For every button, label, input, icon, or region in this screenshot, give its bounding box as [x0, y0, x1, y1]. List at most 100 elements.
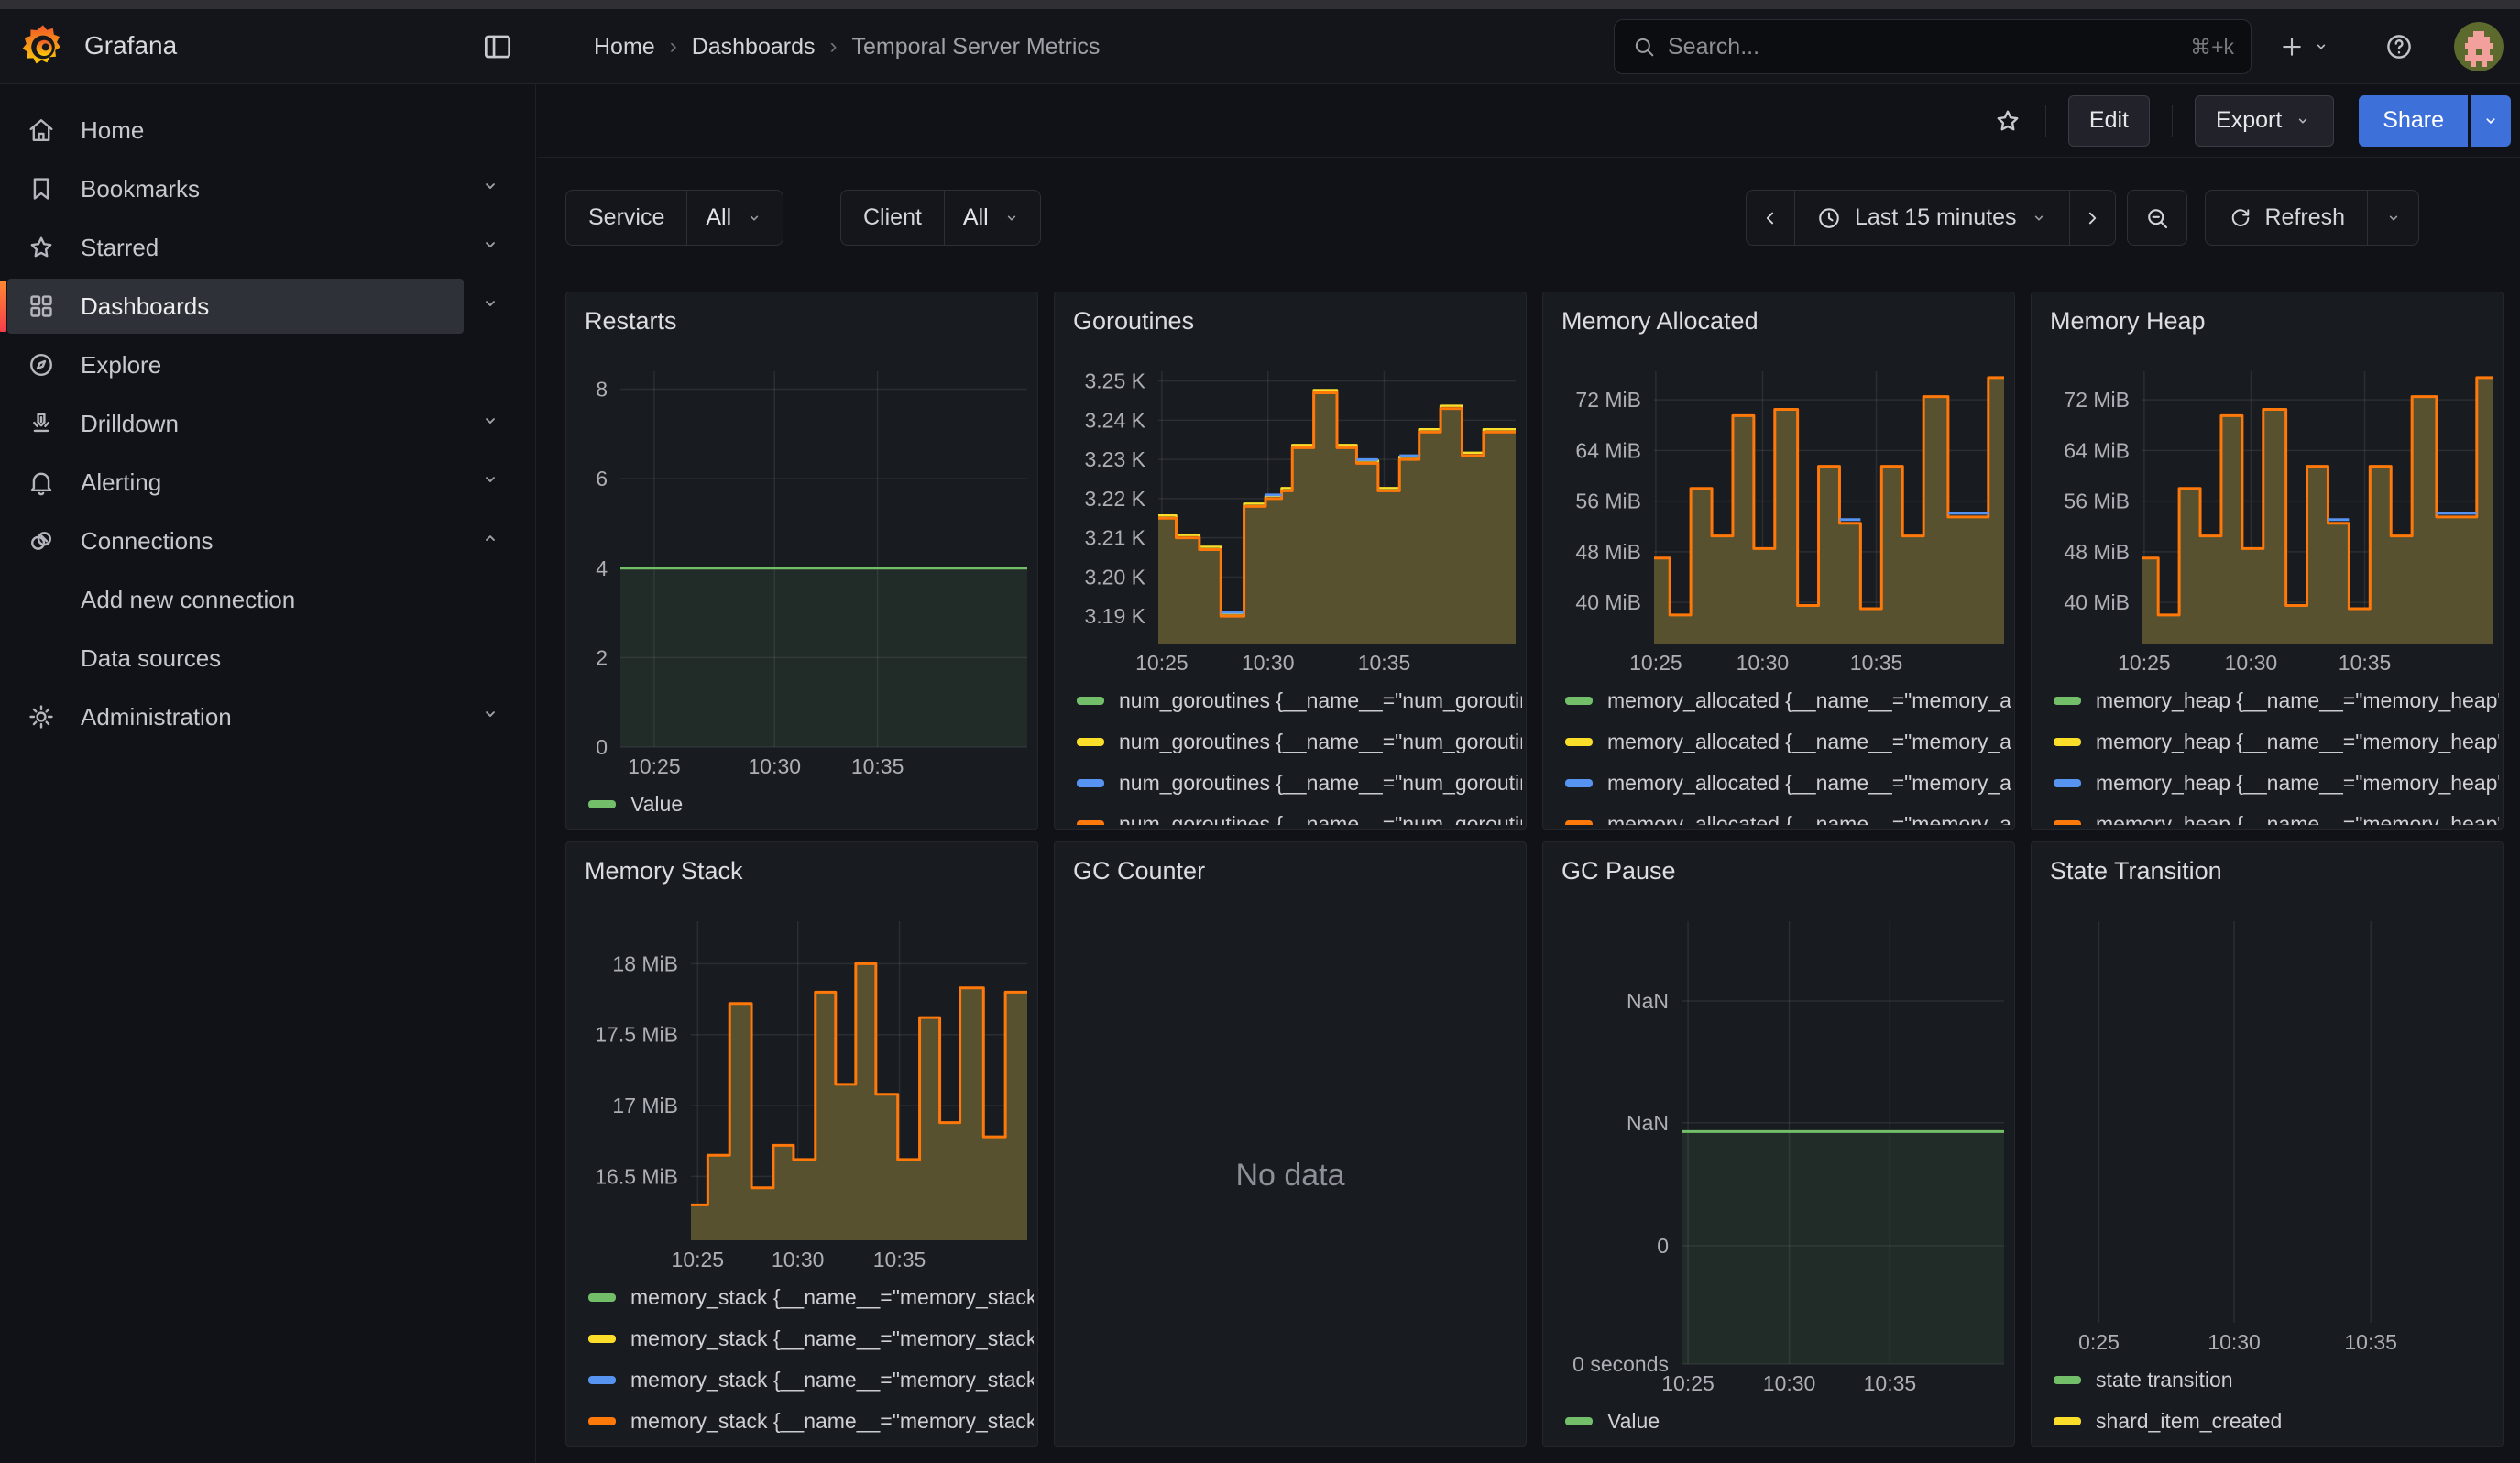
legend-item[interactable]: state transition: [2032, 1359, 2499, 1401]
panel-title[interactable]: Memory Stack: [585, 857, 743, 886]
refresh-interval-button[interactable]: [2367, 191, 2418, 245]
chart-area[interactable]: 10:2510:3010:3572 MiB64 MiB56 MiB48 MiB4…: [1544, 362, 2013, 676]
panel-title[interactable]: GC Counter: [1073, 857, 1205, 886]
sidebar-item-label: Administration: [81, 688, 232, 746]
chevron-down-icon: [2293, 111, 2313, 131]
legend-item[interactable]: num_goroutines {__name__="num_goroutines…: [1055, 680, 1522, 721]
legend-series-label: num_goroutines {__name__="num_goroutines…: [1119, 812, 1522, 825]
legend-series-label: memory_stack {__name__="memory_stack", i…: [630, 1409, 1034, 1434]
svg-text:10:35: 10:35: [1850, 651, 1903, 675]
sidebar-item-expand-button[interactable]: [478, 292, 502, 315]
chart-area[interactable]: 10:2510:3010:353.25 K3.24 K3.23 K3.22 K3…: [1056, 362, 1525, 676]
legend-item[interactable]: memory_stack {__name__="memory_stack", i…: [566, 1318, 1034, 1359]
panel-memory-heap: Memory Heap 10:2510:3010:3572 MiB64 MiB56…: [2031, 292, 2504, 830]
search-shortcut: ⌘+k: [2190, 35, 2234, 60]
share-button[interactable]: Share: [2359, 95, 2468, 147]
sidebar-item-highlight: [7, 220, 464, 275]
refresh-button[interactable]: Refresh: [2206, 191, 2368, 245]
panel-title[interactable]: Goroutines: [1073, 307, 1194, 336]
panel-title[interactable]: Memory Heap: [2050, 307, 2206, 336]
legend-item[interactable]: memory_allocated {__name__="memory_alloc…: [1543, 804, 2011, 825]
sidebar-item-connections[interactable]: Connections: [0, 512, 536, 570]
sidebar-item-expand-button[interactable]: [478, 233, 502, 257]
search-input[interactable]: [1668, 34, 2190, 60]
sidebar-item-home[interactable]: Home: [0, 101, 536, 160]
sidebar-item-bookmarks[interactable]: Bookmarks: [0, 160, 536, 218]
chart-area[interactable]: 0:2510:3010:35: [2032, 912, 2502, 1356]
help-button[interactable]: [2383, 31, 2415, 62]
service-filter-value[interactable]: All: [686, 191, 783, 245]
sidebar-item-add-new-connection[interactable]: Add new connection: [0, 570, 536, 629]
breadcrumb-dashboards[interactable]: Dashboards: [692, 34, 816, 60]
sidebar-item-explore[interactable]: Explore: [0, 336, 536, 394]
sidebar-item-drilldown[interactable]: Drilldown: [0, 394, 536, 453]
chart-area[interactable]: 10:2510:3010:3518 MiB17.5 MiB17 MiB16.5 …: [567, 912, 1036, 1273]
panel-legend: memory_allocated {__name__="memory_alloc…: [1543, 680, 2011, 825]
legend-item[interactable]: num_goroutines {__name__="num_goroutines…: [1055, 804, 1522, 825]
sidebar-item-expand-button[interactable]: [478, 174, 502, 198]
legend-item[interactable]: memory_stack {__name__="memory_stack", i…: [566, 1277, 1034, 1318]
search-box[interactable]: ⌘+k: [1614, 19, 2252, 74]
time-shift-back-button[interactable]: [1747, 191, 1794, 245]
sidebar-item-starred[interactable]: Starred: [0, 218, 536, 277]
client-filter-value[interactable]: All: [944, 191, 1040, 245]
edit-button[interactable]: Edit: [2068, 95, 2150, 147]
sidebar-item-administration[interactable]: Administration: [0, 688, 536, 746]
favorite-star-button[interactable]: [1992, 105, 2023, 137]
chart-area[interactable]: 10:2510:3010:3572 MiB64 MiB56 MiB48 MiB4…: [2032, 362, 2502, 676]
panel-title[interactable]: Restarts: [585, 307, 677, 336]
legend-item[interactable]: memory_allocated {__name__="memory_alloc…: [1543, 680, 2011, 721]
legend-series-label: memory_allocated {__name__="memory_alloc…: [1607, 812, 2011, 825]
chart-area[interactable]: 10:2510:3010:35NaNNaN00 seconds: [1544, 912, 2013, 1397]
svg-text:10:35: 10:35: [873, 1248, 926, 1271]
add-menu-button[interactable]: [2278, 28, 2331, 66]
panel-legend: memory_heap {__name__="memory_heap", ins…: [2032, 680, 2499, 825]
svg-text:3.20 K: 3.20 K: [1085, 565, 1146, 588]
legend-item[interactable]: memory_stack {__name__="memory_stack", i…: [566, 1401, 1034, 1442]
legend-item[interactable]: shard_item_created: [2032, 1401, 2499, 1442]
sidebar-item-data-sources[interactable]: Data sources: [0, 629, 536, 688]
legend-item[interactable]: Value: [566, 784, 1034, 825]
legend-series-color: [588, 800, 616, 808]
breadcrumb-home[interactable]: Home: [594, 34, 655, 60]
zoom-out-button[interactable]: [2128, 191, 2186, 245]
sidebar-item-label: Explore: [81, 336, 161, 394]
legend-item[interactable]: memory_stack {__name__="memory_stack", i…: [566, 1359, 1034, 1401]
sidebar-toggle-button[interactable]: [480, 28, 519, 66]
sidebar-item-label: Dashboards: [81, 277, 209, 336]
panel-title[interactable]: State Transition: [2050, 857, 2222, 886]
share-split-button: Share: [2359, 95, 2511, 147]
legend-item[interactable]: memory_allocated {__name__="memory_alloc…: [1543, 763, 2011, 804]
sidebar-item-expand-button[interactable]: [478, 702, 502, 726]
share-menu-button[interactable]: [2471, 95, 2511, 147]
home-icon: [26, 115, 57, 146]
export-button[interactable]: Export: [2195, 95, 2334, 147]
legend-item[interactable]: num_goroutines {__name__="num_goroutines…: [1055, 763, 1522, 804]
panel-title[interactable]: GC Pause: [1561, 857, 1676, 886]
time-shift-forward-button[interactable]: [2069, 191, 2115, 245]
time-range-picker[interactable]: Last 15 minutes: [1794, 191, 2069, 245]
no-data-message: No data: [1055, 912, 1526, 1438]
sidebar-item-expand-button[interactable]: [478, 468, 502, 491]
zoom-out-icon: [2143, 204, 2171, 232]
legend-item[interactable]: memory_heap {__name__="memory_heap", ins…: [2032, 763, 2499, 804]
service-filter-label: Service: [566, 191, 686, 245]
legend-item[interactable]: memory_allocated {__name__="memory_alloc…: [1543, 721, 2011, 763]
sidebar-item-label: Bookmarks: [81, 160, 200, 218]
sidebar-item-expand-button[interactable]: [478, 409, 502, 433]
legend-item[interactable]: memory_heap {__name__="memory_heap", ins…: [2032, 804, 2499, 825]
chart-area[interactable]: 10:2510:3010:3586420: [567, 362, 1036, 780]
svg-text:18 MiB: 18 MiB: [612, 952, 678, 975]
sidebar-item-dashboards[interactable]: Dashboards: [0, 277, 536, 336]
legend-item[interactable]: memory_heap {__name__="memory_heap", ins…: [2032, 680, 2499, 721]
avatar[interactable]: [2454, 22, 2504, 72]
legend-item[interactable]: Value: [1543, 1401, 2011, 1442]
panel-title[interactable]: Memory Allocated: [1561, 307, 1759, 336]
svg-text:10:35: 10:35: [1358, 651, 1411, 675]
grafana-logo-icon[interactable]: [20, 23, 66, 71]
legend-item[interactable]: num_goroutines {__name__="num_goroutines…: [1055, 721, 1522, 763]
legend-series-color: [1077, 697, 1104, 705]
sidebar-item-expand-button[interactable]: [478, 526, 502, 550]
legend-item[interactable]: memory_heap {__name__="memory_heap", ins…: [2032, 721, 2499, 763]
sidebar-item-alerting[interactable]: Alerting: [0, 453, 536, 512]
